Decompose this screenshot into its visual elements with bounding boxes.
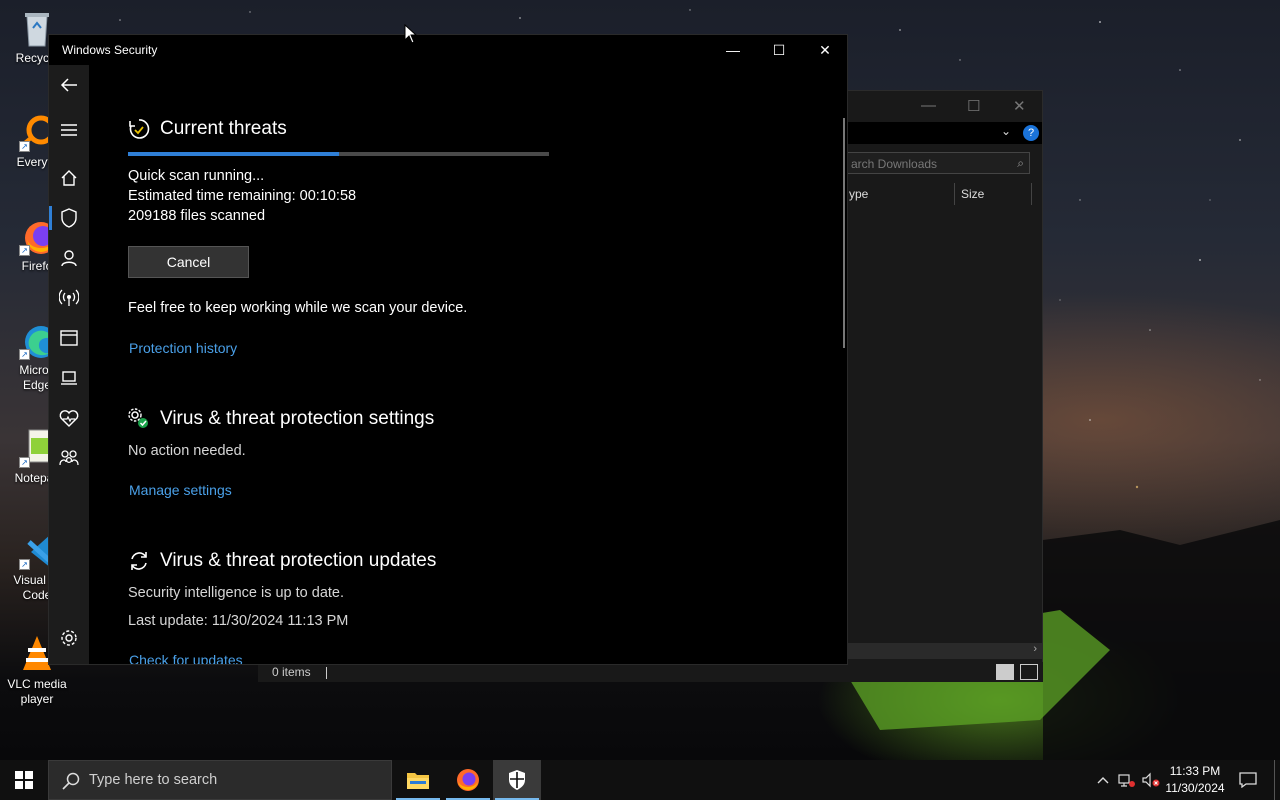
- column-divider: [954, 183, 955, 205]
- explorer-address-bar[interactable]: ⌄ ?: [841, 122, 1042, 144]
- nav-rail: [49, 65, 89, 664]
- item-count: 0 items: [272, 665, 311, 679]
- explorer-search-placeholder: arch Downloads: [851, 157, 938, 171]
- windows-security-icon: [509, 770, 525, 790]
- chevron-down-icon[interactable]: ⌄: [1001, 124, 1011, 138]
- settings-gears-icon: [128, 408, 148, 428]
- search-icon: ⌕: [1017, 156, 1024, 170]
- current-threats-title: Current threats: [160, 118, 287, 139]
- firewall-network-icon[interactable]: [49, 280, 89, 316]
- shortcut-arrow-icon: ↗: [19, 457, 30, 468]
- maximize-button[interactable]: ☐: [756, 35, 802, 65]
- device-security-icon[interactable]: [49, 360, 89, 396]
- firefox-icon: [457, 769, 479, 791]
- explorer-maximize-button[interactable]: ☐: [967, 97, 980, 115]
- device-health-heart-icon[interactable]: [49, 400, 89, 436]
- taskbar-search-box[interactable]: Type here to search: [48, 760, 392, 800]
- shortcut-arrow-icon: ↗: [19, 141, 30, 152]
- show-hidden-icons-chevron-icon[interactable]: [1094, 760, 1112, 800]
- taskbar: Type here to search 11:33 PM 11/30/2024: [0, 760, 1280, 800]
- mouse-cursor-icon: [404, 24, 418, 44]
- column-divider: [1031, 183, 1032, 205]
- protection-settings-heading: Virus & threat protection settings: [128, 408, 434, 430]
- show-desktop-button[interactable]: [1274, 760, 1275, 800]
- protection-updates-heading: Virus & threat protection updates: [128, 550, 436, 572]
- start-button[interactable]: [0, 760, 48, 800]
- large-icons-view-icon[interactable]: [1020, 664, 1038, 680]
- files-scanned-text: 209188 files scanned: [128, 208, 266, 224]
- content-scrollbar[interactable]: [843, 118, 845, 348]
- taskbar-file-explorer[interactable]: [394, 760, 442, 800]
- cancel-scan-button[interactable]: Cancel: [128, 246, 249, 278]
- scan-note-text: Feel free to keep working while we scan …: [128, 300, 468, 316]
- explorer-search-input[interactable]: arch Downloads ⌕: [845, 152, 1030, 174]
- desktop-icon-label-line2: player: [20, 692, 54, 706]
- file-explorer-window[interactable]: — ☐ ✕ ⌄ ? arch Downloads ⌕ ype Size ›: [840, 90, 1043, 682]
- shield-icon[interactable]: [49, 200, 89, 236]
- window-title: Windows Security: [62, 43, 158, 57]
- protection-history-link[interactable]: Protection history: [129, 340, 237, 356]
- action-center-notifications-icon[interactable]: [1234, 760, 1262, 800]
- desktop-icon-label-line1: VLC media: [7, 677, 67, 691]
- taskbar-clock[interactable]: 11:33 PM 11/30/2024: [1160, 763, 1230, 797]
- details-view-icon[interactable]: [996, 664, 1014, 680]
- check-for-updates-link[interactable]: Check for updates: [129, 652, 243, 664]
- status-divider: [326, 666, 328, 679]
- update-refresh-icon: [131, 552, 147, 570]
- clock-time: 11:33 PM: [1169, 764, 1221, 778]
- windows-logo-icon: [15, 771, 33, 789]
- close-button[interactable]: ✕: [802, 35, 848, 65]
- back-arrow-icon[interactable]: [49, 67, 89, 103]
- scan-history-icon: [129, 119, 150, 139]
- explorer-close-button[interactable]: ✕: [1013, 97, 1026, 115]
- app-browser-control-icon[interactable]: [49, 320, 89, 356]
- taskbar-search-placeholder: Type here to search: [89, 772, 218, 788]
- explorer-column-headers: ype Size: [841, 183, 1042, 207]
- main-content: Current threats Quick scan running... Es…: [128, 65, 837, 664]
- selected-indicator: [49, 206, 52, 230]
- hamburger-menu-icon[interactable]: [49, 112, 89, 148]
- shortcut-arrow-icon: ↗: [19, 245, 30, 256]
- taskbar-firefox[interactable]: [444, 760, 492, 800]
- shortcut-arrow-icon: ↗: [19, 349, 30, 360]
- column-size[interactable]: Size: [961, 187, 984, 201]
- protection-settings-title: Virus & threat protection settings: [160, 408, 435, 429]
- horizontal-scrollbar[interactable]: ›: [841, 643, 1042, 659]
- home-icon[interactable]: [49, 160, 89, 196]
- scan-progress-fill: [128, 152, 339, 156]
- network-disconnected-icon[interactable]: [1116, 760, 1138, 800]
- shortcut-arrow-icon: ↗: [19, 559, 30, 570]
- file-explorer-icon: [407, 773, 429, 789]
- manage-settings-link[interactable]: Manage settings: [129, 482, 232, 498]
- scroll-right-arrow-icon[interactable]: ›: [1033, 643, 1037, 655]
- help-icon[interactable]: ?: [1023, 125, 1039, 141]
- clock-date: 11/30/2024: [1165, 781, 1225, 795]
- explorer-status-bar: 0 items: [258, 662, 1043, 682]
- explorer-titlebar: — ☐ ✕: [841, 91, 1042, 121]
- scan-status-text: Quick scan running...: [128, 168, 265, 184]
- account-icon[interactable]: [49, 240, 89, 276]
- windows-security-window[interactable]: Windows Security — ☐ ✕ Current threats Q…: [48, 34, 848, 665]
- taskbar-windows-security[interactable]: [493, 760, 541, 800]
- explorer-minimize-button[interactable]: —: [921, 97, 936, 114]
- window-titlebar[interactable]: Windows Security — ☐ ✕: [49, 35, 847, 65]
- minimize-button[interactable]: —: [710, 35, 756, 65]
- scan-eta-text: Estimated time remaining: 00:10:58: [128, 188, 357, 204]
- gear-icon[interactable]: [49, 620, 89, 656]
- current-threats-heading: Current threats: [128, 118, 287, 140]
- column-type[interactable]: ype: [849, 187, 868, 201]
- protection-updates-title: Virus & threat protection updates: [160, 550, 437, 571]
- settings-status-text: No action needed.: [128, 443, 246, 459]
- updates-status-text: Security intelligence is up to date.: [128, 585, 345, 601]
- search-icon: [62, 772, 80, 790]
- volume-muted-icon[interactable]: [1140, 760, 1162, 800]
- family-options-icon[interactable]: [49, 440, 89, 476]
- last-update-text: Last update: 11/30/2024 11:13 PM: [128, 613, 349, 629]
- scan-progress-bar: [128, 152, 549, 156]
